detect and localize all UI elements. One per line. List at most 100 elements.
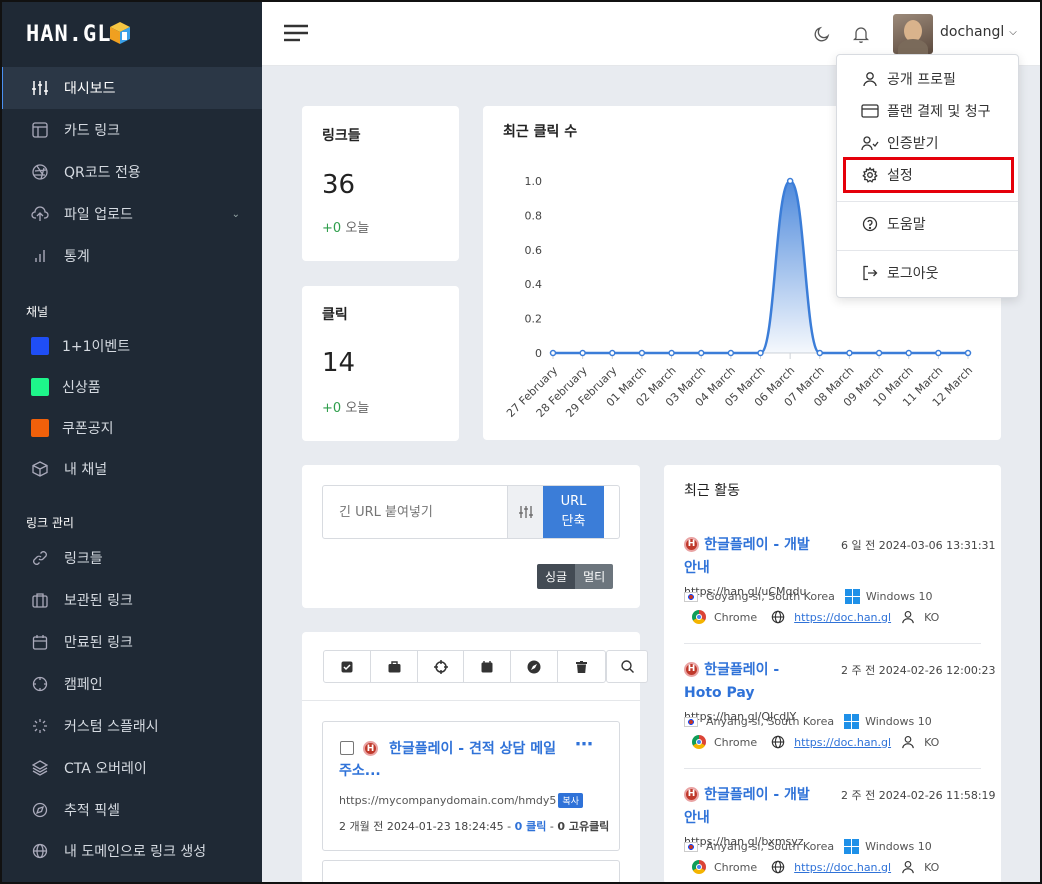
channel-item[interactable]: 신상품 <box>0 366 262 408</box>
bell-icon[interactable] <box>853 25 869 43</box>
delta-value: +0 <box>322 221 342 236</box>
hangul-play-favicon-icon: H <box>684 787 699 802</box>
sidebar-item-domain[interactable]: 내 도메인으로 링크 생성 <box>0 830 262 872</box>
click-count[interactable]: 0 클릭 <box>515 820 547 833</box>
sidebar-item-my-channel[interactable]: 내 채널 <box>0 448 262 490</box>
sidebar-item-dashboard[interactable]: 대시보드 <box>0 67 262 109</box>
sidebar-item-label: 커스텀 스플래시 <box>64 719 159 735</box>
data-point <box>668 349 675 357</box>
link-created: 2 개월 전 2024-01-23 18:24:45 - <box>339 820 515 833</box>
stat-delta: +0 오늘 <box>322 397 369 416</box>
menu-item-label: 공개 프로필 <box>887 72 956 88</box>
activity-language: KO <box>924 610 940 624</box>
data-point <box>905 349 912 357</box>
activity-link-title[interactable]: 한글플레이 - 개발안내 <box>684 787 810 826</box>
activity-location: Anyang-si, South Korea <box>706 840 835 853</box>
sidebar-item-archived[interactable]: 보관된 링크 <box>0 579 262 621</box>
korea-flag-icon <box>684 716 698 727</box>
url-shortener-card: URL 단축 싱글 멀티 <box>302 465 640 608</box>
check-square-icon <box>341 661 353 672</box>
data-point <box>579 349 586 357</box>
windows-icon <box>844 714 860 729</box>
activity-browser-row: Chrome https://doc.han.gl KO <box>692 860 939 874</box>
moon-icon[interactable] <box>814 26 830 42</box>
menu-item-label: 도움말 <box>887 217 926 233</box>
hamburger-menu-icon[interactable] <box>284 24 308 42</box>
sidebar-item-expired[interactable]: 만료된 링크 <box>0 621 262 663</box>
sidebar-item-campaign[interactable]: 캠페인 <box>0 663 262 705</box>
sidebar-item-label: 추적 픽셀 <box>64 803 120 819</box>
activity-os: Windows 10 <box>865 840 932 853</box>
sidebar-item-upload[interactable]: 파일 업로드 ⌄ <box>0 193 262 235</box>
activity-link-title[interactable]: 한글플레이 - 개발안내 <box>684 537 810 576</box>
activity-timestamp: 6 일 전 2024-03-06 13:31:31 <box>841 539 996 552</box>
mode-toggle: 싱글 멀티 <box>537 564 614 589</box>
menu-item-help[interactable]: 도움말 <box>861 213 926 235</box>
activity-divider <box>684 768 981 769</box>
sidebar-item-links[interactable]: 링크들 <box>0 537 262 579</box>
avatar[interactable] <box>893 14 933 54</box>
user-check-icon <box>861 134 879 152</box>
user-menu-toggle[interactable]: dochangl ⌵ <box>940 24 1017 40</box>
sidebar-item-stats[interactable]: 통계 <box>0 235 262 277</box>
channel-color-swatch <box>31 378 49 396</box>
menu-item-verify[interactable]: 인증받기 <box>861 132 939 154</box>
channels-heading: 채널 <box>26 305 49 319</box>
data-point <box>935 349 942 357</box>
activity-referrer[interactable]: https://doc.han.gl <box>794 861 891 874</box>
activity-referrer[interactable]: https://doc.han.gl <box>794 611 891 624</box>
multi-mode-button[interactable]: 멀티 <box>575 564 614 589</box>
search-button[interactable] <box>606 650 648 683</box>
sidebar: HAN.GL 대시보드 카드 링크 QR코드 전용 파일 업로드 ⌄ 통계 채널… <box>0 0 262 884</box>
select-all-button[interactable] <box>323 650 371 683</box>
sidebar-item-pixel[interactable]: 추적 픽셀 <box>0 789 262 831</box>
logo[interactable]: HAN.GL <box>26 22 111 47</box>
help-circle-icon <box>861 215 879 233</box>
single-mode-button[interactable]: 싱글 <box>537 564 576 589</box>
campaign-button[interactable] <box>417 650 464 683</box>
activity-os: Windows 10 <box>865 590 933 603</box>
calendar-icon <box>30 632 50 652</box>
channel-label: 쿠폰공지 <box>62 421 114 437</box>
sidebar-item-splash[interactable]: 커스텀 스플래시 <box>0 705 262 747</box>
menu-item-public-profile[interactable]: 공개 프로필 <box>861 68 956 90</box>
short-url[interactable]: https://mycompanydomain.com/hmdy5 <box>339 794 556 807</box>
data-point <box>727 349 735 357</box>
data-point <box>786 177 794 185</box>
channel-item[interactable]: 쿠폰공지 <box>0 407 262 449</box>
sidebar-item-label: 대시보드 <box>64 81 116 97</box>
archive-button[interactable] <box>370 650 418 683</box>
activity-timestamp: 2 주 전 2024-02-26 11:58:19 <box>841 789 996 802</box>
sidebar-item-label: CTA 오버레이 <box>64 761 147 777</box>
options-button[interactable] <box>507 486 543 538</box>
menu-item-label: 인증받기 <box>887 136 939 152</box>
sidebar-item-qr[interactable]: QR코드 전용 <box>0 151 262 193</box>
link-title[interactable]: 한글플레이 - 견적 상담 메일 주소... <box>339 738 571 782</box>
chrome-icon <box>692 860 706 874</box>
pixel-button[interactable] <box>510 650 558 683</box>
menu-item-logout[interactable]: 로그아웃 <box>861 262 939 284</box>
delete-button[interactable] <box>557 650 606 683</box>
y-tick-label: 1.0 <box>525 175 543 188</box>
shortener-group: URL 단축 <box>322 485 620 539</box>
channel-item[interactable]: 1+1이벤트 <box>0 325 262 367</box>
channel-color-swatch <box>31 337 49 355</box>
activity-referrer[interactable]: https://doc.han.gl <box>794 736 891 749</box>
loader-icon <box>30 716 50 736</box>
box-logo-icon <box>110 22 130 44</box>
shorten-url-button[interactable]: URL 단축 <box>543 486 604 538</box>
copy-button[interactable]: 복사 <box>558 793 583 808</box>
channel-label: 신상품 <box>62 380 101 396</box>
expire-button[interactable] <box>463 650 511 683</box>
long-url-input[interactable] <box>323 486 507 538</box>
sidebar-item-card-link[interactable]: 카드 링크 <box>0 109 262 151</box>
stat-delta: +0 오늘 <box>322 217 369 236</box>
y-tick-label: 0 <box>535 347 542 360</box>
more-options-icon[interactable]: ⋯ <box>575 734 593 755</box>
menu-item-billing[interactable]: 플랜 결제 및 청구 <box>861 100 991 122</box>
korea-flag-icon <box>684 841 698 852</box>
aperture-icon <box>30 162 50 182</box>
activity-link-title[interactable]: 한글플레이 - Hoto Pay <box>684 662 779 701</box>
activity-location: Anyang-si, South Korea <box>706 715 835 728</box>
sidebar-item-cta[interactable]: CTA 오버레이 <box>0 747 262 789</box>
